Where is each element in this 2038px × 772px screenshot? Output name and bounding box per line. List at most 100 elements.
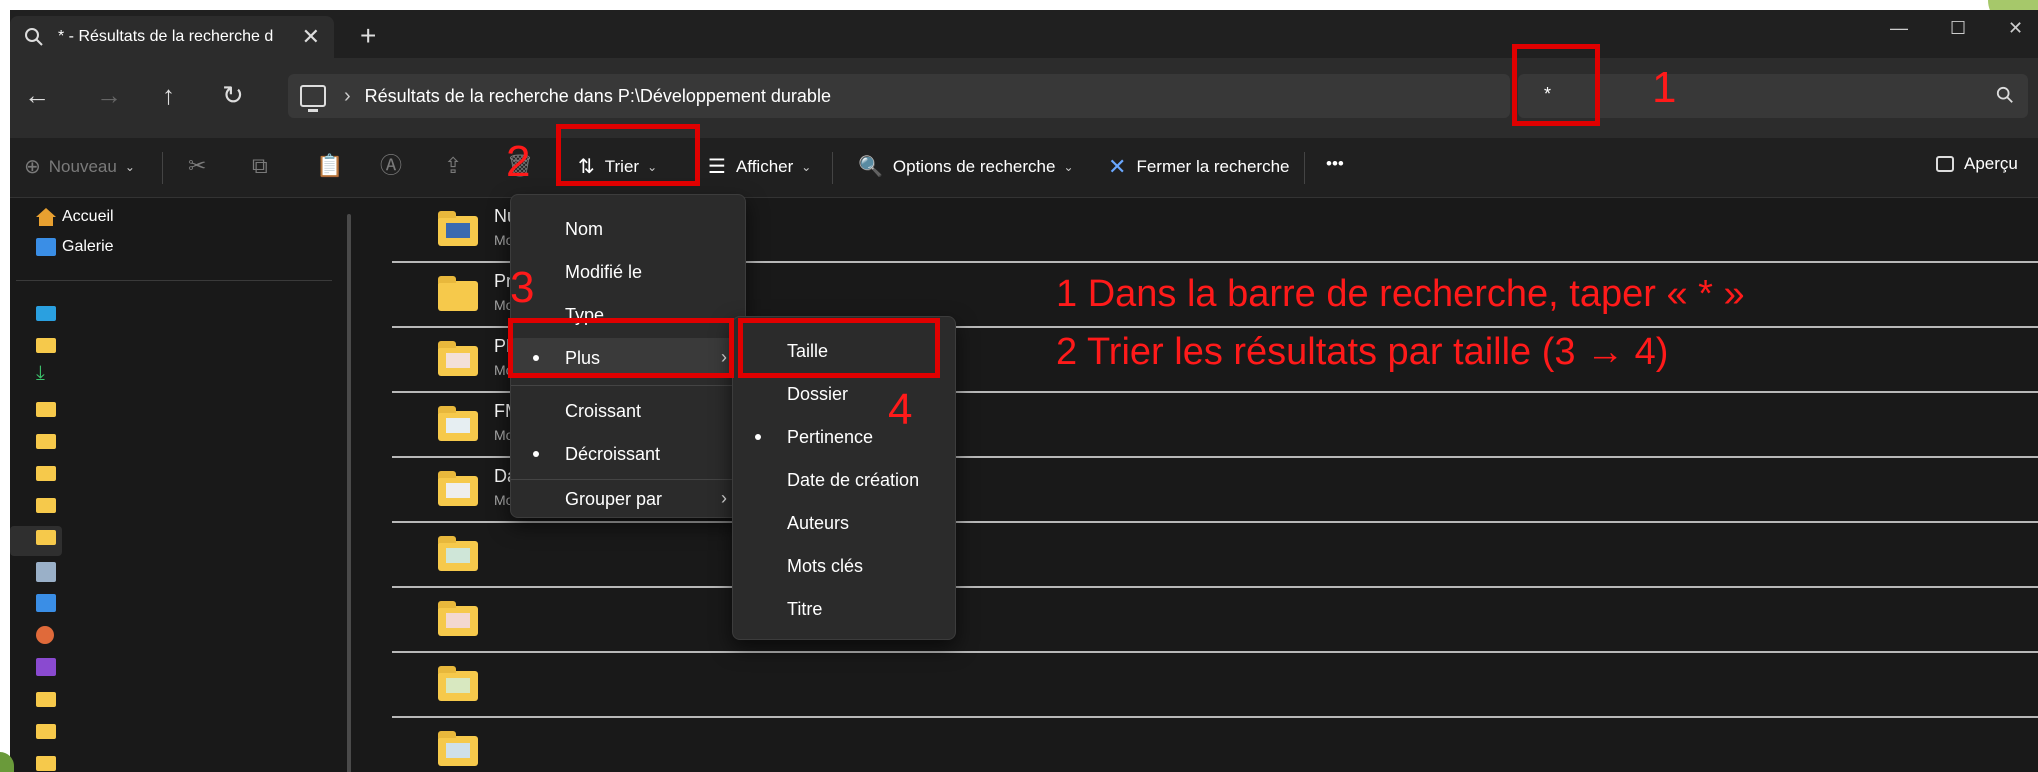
document-icon[interactable] bbox=[36, 562, 56, 582]
close-search-button[interactable]: ✕ Fermer la recherche bbox=[1108, 154, 1290, 180]
address-path: Résultats de la recherche dans P:\Dévelo… bbox=[364, 85, 831, 106]
videos-icon[interactable] bbox=[36, 658, 56, 676]
folder-icon bbox=[438, 536, 478, 571]
tab-title: * - Résultats de la recherche d bbox=[58, 28, 274, 45]
view-button[interactable]: ☰ Afficher ⌄ bbox=[708, 154, 811, 179]
menu-item-dossier[interactable]: Dossier bbox=[733, 374, 955, 414]
computer-icon bbox=[300, 85, 326, 112]
chevron-down-icon: ⌄ bbox=[124, 159, 135, 174]
folder-icon[interactable] bbox=[36, 530, 56, 545]
selected-bullet-icon bbox=[533, 451, 539, 457]
copy-icon[interactable]: ⧉ bbox=[252, 154, 268, 178]
toolbar-divider bbox=[832, 152, 833, 184]
preview-button[interactable]: Aperçu bbox=[1936, 154, 2018, 174]
folder-icon[interactable] bbox=[36, 434, 56, 449]
sidebar-item-accueil[interactable]: Accueil bbox=[36, 208, 114, 226]
folder-icon[interactable] bbox=[36, 498, 56, 513]
file-explorer-window: * - Résultats de la recherche d ✕ + — ☐ … bbox=[10, 10, 2038, 772]
share-icon[interactable]: ⇪ bbox=[444, 154, 462, 178]
annotation-box-search bbox=[1512, 44, 1600, 126]
search-options-label: Options de recherche bbox=[892, 156, 1056, 176]
menu-item-label: Modifié le bbox=[565, 261, 643, 282]
navigation-pane: Accueil Galerie ⤓ bbox=[10, 198, 360, 772]
folder-icon[interactable] bbox=[36, 724, 56, 739]
chevron-right-icon: › bbox=[721, 488, 727, 508]
new-tab-button[interactable]: + bbox=[360, 22, 376, 50]
breadcrumb-separator: › bbox=[344, 84, 351, 107]
title-bar: * - Résultats de la recherche d ✕ + — ☐ … bbox=[10, 10, 2038, 58]
pictures-icon[interactable] bbox=[36, 594, 56, 612]
menu-item-decroissant[interactable]: Décroissant bbox=[511, 434, 745, 474]
close-window-button[interactable]: ✕ bbox=[2008, 18, 2023, 39]
refresh-button[interactable]: ↻ bbox=[222, 80, 244, 110]
annotation-number-2: 2 bbox=[506, 137, 531, 186]
search-options-button[interactable]: 🔍 Options de recherche ⌄ bbox=[858, 154, 1074, 179]
new-label: Nouveau bbox=[48, 156, 117, 176]
folder-icon[interactable] bbox=[36, 402, 56, 417]
rename-icon[interactable]: Ⓐ bbox=[380, 154, 402, 178]
folder-icon bbox=[438, 341, 478, 376]
chevron-down-icon: ⌄ bbox=[1063, 159, 1074, 174]
list-item[interactable] bbox=[392, 653, 2038, 718]
folder-icon[interactable] bbox=[36, 466, 56, 481]
chevron-down-icon: ⌄ bbox=[801, 159, 812, 174]
more-options-button[interactable]: ••• bbox=[1326, 154, 1344, 174]
menu-item-label: Mots clés bbox=[787, 555, 864, 576]
menu-item-label: Titre bbox=[787, 598, 823, 619]
view-list-icon: ☰ bbox=[708, 156, 726, 178]
folder-icon[interactable] bbox=[36, 756, 56, 771]
music-icon[interactable] bbox=[36, 626, 54, 644]
new-button[interactable]: ⊕ Nouveau ⌄ bbox=[24, 154, 135, 179]
folder-icon bbox=[438, 211, 478, 246]
preview-label: Aperçu bbox=[1964, 154, 2018, 173]
menu-item-modifie-le[interactable]: Modifié le bbox=[511, 252, 745, 292]
folder-icon bbox=[438, 666, 478, 701]
forward-button[interactable]: → bbox=[96, 80, 122, 110]
annotation-number-3: 3 bbox=[510, 263, 535, 312]
menu-item-auteurs[interactable]: Auteurs bbox=[733, 503, 955, 543]
instruction-line-2: 2 Trier les résultats par taille (3 → 4) bbox=[1056, 331, 1669, 373]
folder-icon bbox=[438, 406, 478, 441]
menu-divider bbox=[511, 385, 745, 386]
annotation-box-plus bbox=[508, 318, 734, 378]
menu-item-label: Décroissant bbox=[565, 443, 661, 464]
menu-item-grouper-par[interactable]: Grouper par › bbox=[511, 479, 745, 519]
selected-bullet-icon bbox=[755, 434, 761, 440]
tab-close-icon[interactable]: ✕ bbox=[302, 24, 320, 50]
cut-icon[interactable]: ✂ bbox=[188, 154, 206, 178]
up-button[interactable]: ↑ bbox=[162, 80, 175, 110]
search-options-icon: 🔍 bbox=[858, 156, 883, 178]
menu-item-date-de-creation[interactable]: Date de création bbox=[733, 460, 955, 500]
sidebar-scrollbar[interactable] bbox=[347, 214, 351, 772]
annotation-box-taille bbox=[738, 318, 940, 378]
list-item[interactable] bbox=[392, 718, 2038, 772]
paste-icon[interactable]: 📋 bbox=[316, 154, 343, 178]
tab-search-results[interactable]: * - Résultats de la recherche d ✕ bbox=[10, 16, 334, 58]
download-icon[interactable]: ⤓ bbox=[36, 362, 45, 385]
folder-icon bbox=[438, 731, 478, 766]
desktop-icon[interactable] bbox=[36, 306, 56, 321]
annotation-number-4: 4 bbox=[888, 385, 913, 434]
sidebar-item-label: Galerie bbox=[62, 238, 114, 255]
list-item[interactable] bbox=[392, 523, 2038, 588]
gallery-icon bbox=[36, 238, 56, 256]
menu-item-label: Grouper par bbox=[565, 488, 663, 509]
minimize-button[interactable]: — bbox=[1890, 18, 1908, 39]
folder-icon[interactable] bbox=[36, 692, 56, 707]
folder-icon[interactable] bbox=[36, 338, 56, 353]
menu-item-titre[interactable]: Titre bbox=[733, 589, 955, 629]
view-label: Afficher bbox=[735, 156, 794, 176]
maximize-button[interactable]: ☐ bbox=[1950, 18, 1966, 39]
annotation-box-sort bbox=[556, 124, 700, 186]
address-bar[interactable]: › Résultats de la recherche dans P:\Déve… bbox=[288, 74, 1510, 118]
menu-item-label: Auteurs bbox=[787, 512, 850, 533]
sidebar-item-galerie[interactable]: Galerie bbox=[36, 238, 114, 256]
menu-item-croissant[interactable]: Croissant bbox=[511, 391, 745, 431]
menu-item-nom[interactable]: Nom bbox=[511, 209, 745, 249]
search-icon[interactable] bbox=[1996, 86, 2014, 104]
menu-item-pertinence[interactable]: Pertinence bbox=[733, 417, 955, 457]
toolbar-divider bbox=[162, 152, 163, 184]
menu-item-mots-cles[interactable]: Mots clés bbox=[733, 546, 955, 586]
list-item[interactable] bbox=[392, 588, 2038, 653]
back-button[interactable]: ← bbox=[24, 80, 50, 110]
